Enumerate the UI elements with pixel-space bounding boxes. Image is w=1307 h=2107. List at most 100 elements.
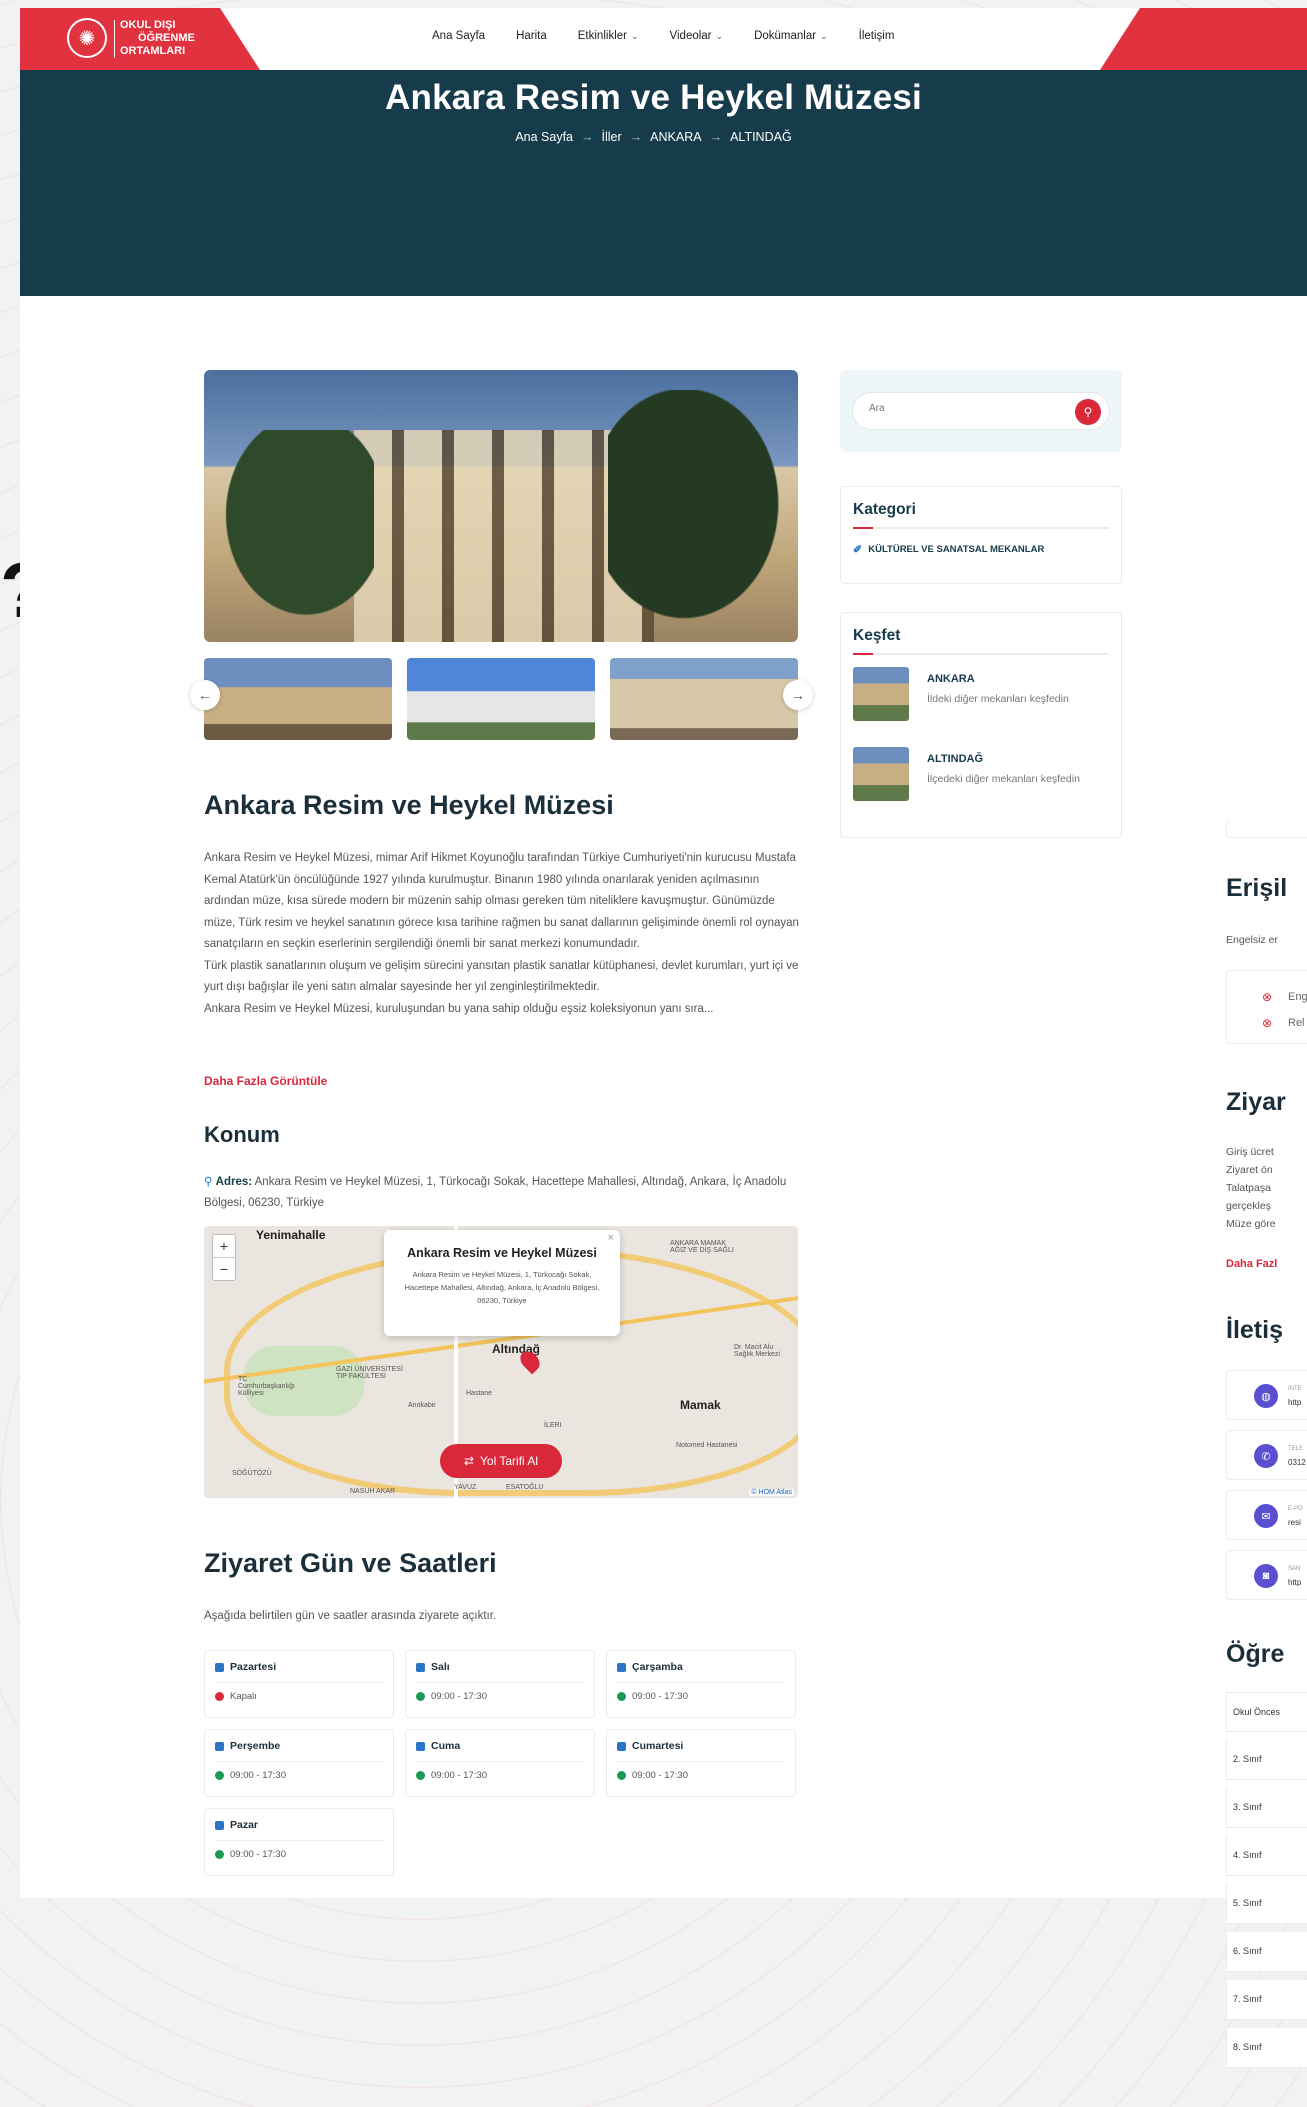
status-open-icon	[416, 1692, 425, 1701]
calendar-icon	[617, 1741, 626, 1751]
grade-row: 7. Sınıf	[1226, 1980, 1307, 2020]
map-small-label: İLERI	[544, 1422, 562, 1429]
visit-info-line: Ziyaret ön	[1226, 1164, 1273, 1176]
day-name: Salı	[431, 1661, 450, 1673]
address: ⚲ Adres: Ankara Resim ve Heykel Müzesi, …	[204, 1172, 804, 1214]
breadcrumb-provinces[interactable]: İller	[602, 130, 622, 144]
breadcrumb: Ana Sayfa → İller → ANKARA → ALTINDAĞ	[0, 130, 1307, 144]
nav-events[interactable]: Etkinlikler ⌄	[578, 30, 639, 42]
day-name: Cuma	[431, 1740, 461, 1752]
day-time: 09:00 - 17:30	[230, 1849, 286, 1860]
palette-icon: ✐	[853, 544, 863, 556]
site-header: ✺ OKUL DIŞI ÖĞRENME ORTAMLARI Ana Sayfa …	[20, 8, 1307, 70]
accessibility-title: Erişil	[1226, 874, 1288, 902]
zoom-out-button[interactable]: −	[213, 1258, 235, 1280]
arrow-right-icon: →	[629, 130, 643, 144]
header-accent	[1100, 8, 1307, 70]
thumbnail[interactable]	[610, 658, 798, 740]
calendar-icon	[215, 1662, 224, 1672]
location-map[interactable]: + − Yenimahalle Altındağ Mamak TC Cumhur…	[204, 1226, 798, 1498]
search-input[interactable]	[869, 403, 1069, 414]
right-panel-edge	[1226, 820, 1307, 838]
explore-card: Keşfet ANKARA İldeki diğer mekanları keş…	[840, 612, 1122, 838]
chevron-down-icon: ⌄	[715, 30, 724, 41]
day-card: Pazartesi Kapalı	[204, 1650, 394, 1718]
phone-icon: ✆	[1254, 1444, 1278, 1468]
day-time: 09:00 - 17:30	[230, 1770, 286, 1781]
map-attribution[interactable]: © HOM Atlas	[749, 1489, 794, 1496]
category-label: KÜLTÜREL VE SANATSAL MEKANLAR	[868, 544, 1045, 555]
day-card: Salı 09:00 - 17:30	[405, 1650, 595, 1718]
arrow-right-icon: →	[581, 130, 594, 144]
nav-label: Videolar	[669, 30, 712, 42]
day-card: Çarşamba 09:00 - 17:30	[606, 1650, 796, 1718]
contact-label: SAN	[1288, 1566, 1301, 1572]
main-photo[interactable]	[204, 370, 798, 642]
contact-value: http	[1288, 1578, 1302, 1587]
visit-info-more-link[interactable]: Daha Fazl	[1226, 1258, 1277, 1270]
explore-item[interactable]: ALTINDAĞ İlçedeki diğer mekanları keşfed…	[853, 747, 1109, 801]
logo-line: ÖĞRENME	[138, 32, 195, 44]
map-small-label: Anıtkabir	[408, 1402, 436, 1409]
address-label: Adres:	[215, 1176, 253, 1188]
contact-value: 0312	[1288, 1458, 1306, 1467]
description-paragraph: Ankara Resim ve Heykel Müzesi, kuruluşun…	[204, 1002, 714, 1015]
vr-headset-icon: ◙	[1254, 1564, 1278, 1588]
day-name: Pazar	[230, 1819, 259, 1831]
nav-label: Harita	[516, 30, 547, 42]
breadcrumb-home[interactable]: Ana Sayfa	[515, 130, 573, 144]
visiting-hours-title: Ziyaret Gün ve Saatleri	[204, 1548, 497, 1578]
nav-label: Ana Sayfa	[432, 30, 486, 42]
address-text: Ankara Resim ve Heykel Müzesi, 1, Türkoc…	[204, 1176, 787, 1209]
nav-home[interactable]: Ana Sayfa	[432, 30, 485, 42]
search-button[interactable]: ⚲	[1075, 399, 1101, 425]
thumbnail-strip	[204, 658, 798, 742]
nav-label: Etkinlikler	[577, 30, 627, 42]
photo-tree	[204, 430, 374, 642]
contact-title: İletiş	[1226, 1316, 1283, 1344]
category-link[interactable]: ✐ KÜLTÜREL VE SANATSAL MEKANLAR	[853, 543, 1109, 556]
map-small-label: NASUH AKAR	[350, 1488, 396, 1495]
status-closed-icon	[215, 1692, 224, 1701]
contact-label: TELE	[1288, 1446, 1304, 1452]
x-circle-icon: ⊗	[1262, 1016, 1273, 1030]
day-time: 09:00 - 17:30	[632, 1770, 688, 1781]
thumbnail[interactable]	[407, 658, 595, 740]
breadcrumb-city[interactable]: ANKARA	[650, 130, 701, 144]
nav-videos[interactable]: Videolar ⌄	[670, 30, 724, 42]
thumbnail[interactable]	[204, 658, 392, 740]
nav-map[interactable]: Harita	[516, 30, 547, 42]
gallery-prev-button[interactable]: ←	[190, 680, 220, 710]
nav-documents[interactable]: Dokümanlar ⌄	[754, 30, 828, 42]
grade-row: 5. Sınıf	[1226, 1884, 1307, 1924]
grade-row: Okul Önces	[1226, 1692, 1307, 1732]
contact-label: E-PO	[1288, 1506, 1303, 1512]
page-title: Ankara Resim ve Heykel Müzesi	[385, 78, 922, 117]
day-name: Perşembe	[230, 1740, 281, 1752]
photo-tree	[608, 390, 798, 642]
show-more-link[interactable]: Daha Fazla Görüntüle	[204, 1074, 327, 1088]
calendar-icon	[617, 1662, 626, 1672]
arrow-right-icon: →	[709, 130, 723, 144]
explore-item[interactable]: ANKARA İldeki diğer mekanları keşfedin	[853, 667, 1109, 721]
day-card: Cumartesi 09:00 - 17:30	[606, 1729, 796, 1797]
zoom-in-button[interactable]: +	[213, 1235, 235, 1258]
gallery-next-button[interactable]: →	[783, 680, 813, 710]
get-directions-button[interactable]: ⇄ Yol Tarifi Al	[440, 1444, 562, 1478]
envelope-icon: ✉	[1254, 1504, 1278, 1528]
nav-contact[interactable]: İletişim	[859, 30, 895, 42]
logo[interactable]: ✺ OKUL DIŞI ÖĞRENME ORTAMLARI	[20, 8, 260, 70]
description-paragraph: Türk plastik sanatlarının oluşum ve geli…	[204, 959, 799, 994]
grade-row: 8. Sınıf	[1226, 2028, 1307, 2068]
status-open-icon	[215, 1850, 224, 1859]
logo-divider	[114, 20, 115, 58]
popup-title: Ankara Resim ve Heykel Müzesi	[407, 1246, 597, 1260]
visit-info-title: Ziyar	[1226, 1088, 1286, 1116]
logo-line: ORTAMLARI	[120, 45, 186, 57]
close-icon[interactable]: ×	[608, 1232, 614, 1244]
sidebar-search: ⚲	[840, 370, 1122, 452]
status-open-icon	[416, 1771, 425, 1780]
map-label: Mamak	[680, 1398, 721, 1412]
description-paragraph: Ankara Resim ve Heykel Müzesi, mimar Ari…	[204, 852, 799, 950]
accessibility-box	[1226, 970, 1307, 1044]
